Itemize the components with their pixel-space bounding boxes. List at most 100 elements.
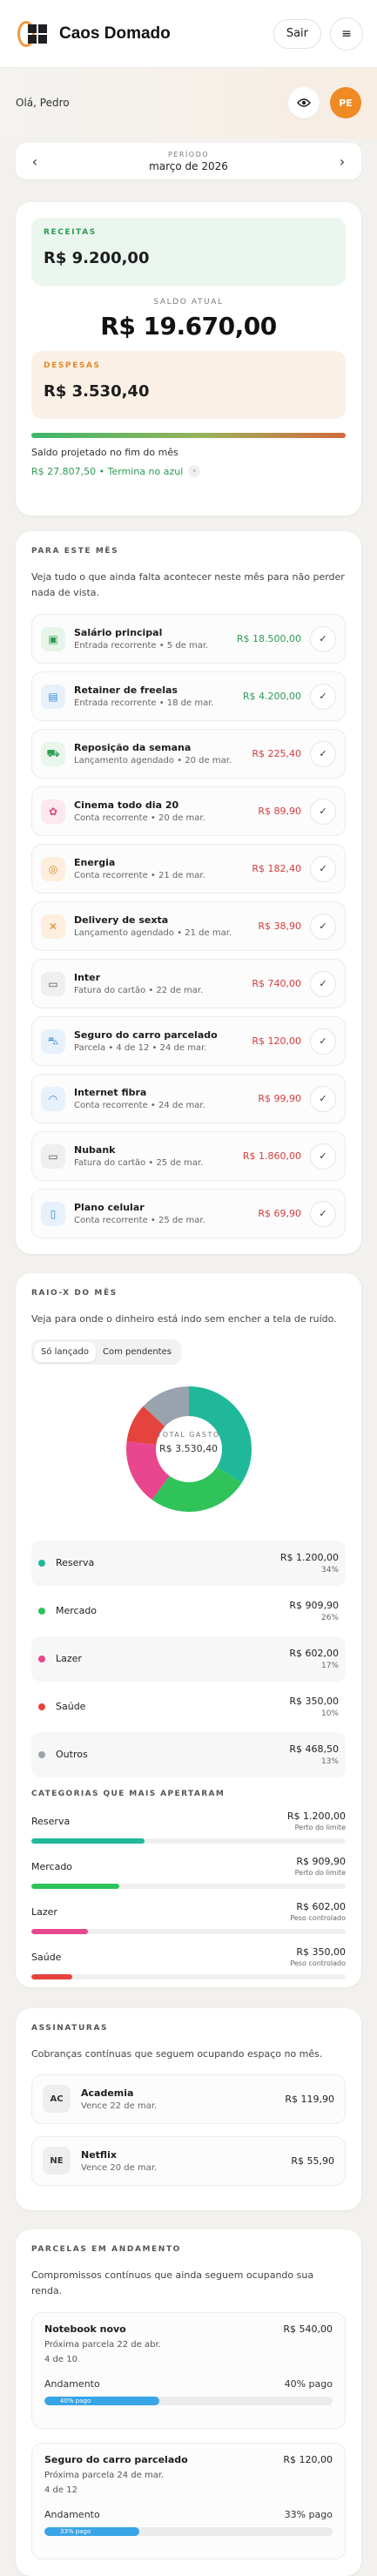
- transaction-text: Plano celular Conta recorrente • 25 de ma…: [74, 1202, 258, 1225]
- this-month-title: PARA ESTE MÊS: [31, 547, 119, 556]
- greeting-bar: Olá, Pedro PE: [0, 68, 377, 138]
- mark-done-button[interactable]: ✓: [310, 683, 336, 710]
- category-values: R$ 350,00 Peso controlado: [290, 1946, 346, 1967]
- mark-done-button[interactable]: ✓: [310, 1143, 336, 1170]
- transaction-amount: R$ 18.500,00: [236, 633, 301, 645]
- category-bar-fill: [31, 1883, 120, 1889]
- transaction-detail: Entrada recorrente • 18 de mar.: [74, 698, 214, 709]
- wifi-icon: ◠: [41, 1086, 65, 1111]
- menu-button[interactable]: ≡: [330, 17, 363, 51]
- transaction-name: Nubank: [74, 1144, 116, 1157]
- prev-month-button[interactable]: ‹: [26, 153, 44, 170]
- mark-done-button[interactable]: ✓: [310, 1200, 336, 1227]
- category-values: R$ 909,90 Perto do limite: [295, 1856, 346, 1877]
- transaction-row[interactable]: ▭ Nubank Fatura do cartão • 25 de mar. R$ 1…: [31, 1131, 346, 1182]
- transaction-detail: Fatura do cartão • 22 de mar.: [74, 986, 204, 996]
- legend-values: R$ 602,00 17%: [289, 1648, 339, 1670]
- category-row: Mercado R$ 909,90 Perto do limite: [31, 1856, 346, 1889]
- legend-dot: [38, 1703, 45, 1710]
- transaction-row[interactable]: ✿ Cinema todo dia 20 Conta recorrente • 20…: [31, 786, 346, 837]
- legend-amount: R$ 909,90: [289, 1599, 339, 1611]
- credit-card-icon: ▭: [41, 971, 65, 996]
- income-label: RECEITAS: [44, 228, 97, 237]
- transaction-detail: Conta recorrente • 25 de mar.: [74, 1216, 205, 1226]
- total-spent-label: TOTAL GASTO: [157, 1430, 220, 1439]
- subscription-text: Netflix Vence 20 de mar.: [81, 2149, 291, 2173]
- transaction-detail: Lançamento agendado • 20 de mar.: [74, 756, 232, 766]
- subscriptions-list: AC Academia Vence 22 de mar. R$ 119,90 NE Net…: [31, 2074, 346, 2186]
- category-bar-track: [31, 1928, 346, 1934]
- transaction-amount: R$ 1.860,00: [242, 1150, 301, 1163]
- mark-done-button[interactable]: ✓: [310, 625, 336, 652]
- filter-only-posted[interactable]: Só lançado: [34, 1341, 96, 1362]
- transaction-row[interactable]: ▯ Plano celular Conta recorrente • 25 de m…: [31, 1189, 346, 1239]
- mark-done-button[interactable]: ✓: [310, 1085, 336, 1112]
- mark-done-button[interactable]: ✓: [310, 1028, 336, 1055]
- category-bar-track: [31, 1883, 346, 1889]
- greeting-text: Olá, Pedro: [16, 97, 70, 109]
- transaction-row[interactable]: ⛟ Reposição da semana Lançamento agendado …: [31, 729, 346, 779]
- transaction-row[interactable]: ▣ Salário principal Entrada recorrente • 5…: [31, 614, 346, 664]
- transaction-row[interactable]: ✕ Delivery de sexta Lançamento agendado • …: [31, 901, 346, 952]
- category-row: Saúde R$ 350,00 Peso controlado: [31, 1946, 346, 1979]
- expenses-label: DESPESAS: [44, 361, 101, 370]
- top-bar: Caos Domado Sair ≡: [0, 0, 377, 68]
- transaction-detail: Lançamento agendado • 21 de mar.: [74, 928, 232, 939]
- subscription-row[interactable]: AC Academia Vence 22 de mar. R$ 119,90: [31, 2074, 346, 2124]
- eye-icon: [297, 98, 311, 107]
- transaction-row[interactable]: ▭ Inter Fatura do cartão • 22 de mar. R$ 74…: [31, 959, 346, 1009]
- check-icon: ✓: [319, 1035, 327, 1048]
- target-icon: ◎: [41, 856, 65, 881]
- next-month-button[interactable]: ›: [333, 153, 351, 170]
- installment-card[interactable]: Notebook novo R$ 540,00 Próxima parcela 22…: [31, 2312, 346, 2430]
- subscription-avatar: AC: [43, 2085, 71, 2114]
- gift-icon: ✿: [41, 799, 65, 824]
- transaction-row[interactable]: ◠ Internet fibra Conta recorrente • 24 de …: [31, 1074, 346, 1124]
- legend-name: Reserva: [56, 1557, 95, 1569]
- cart-icon: ⛟: [41, 741, 65, 766]
- xray-card: RAIO-X DO MÊS Veja para onde o dinheiro …: [16, 1273, 361, 1987]
- installment-card[interactable]: Seguro do carro parcelado R$ 120,00 Próxim…: [31, 2443, 346, 2560]
- projection-link[interactable]: R$ 27.807,50 • Termina no azul ›: [31, 465, 346, 477]
- check-icon: ✓: [319, 806, 327, 818]
- transaction-name: Delivery de sexta: [74, 914, 169, 927]
- mark-done-button[interactable]: ✓: [310, 913, 336, 940]
- mark-done-button[interactable]: ✓: [310, 970, 336, 997]
- projection-value: R$ 27.807,50 • Termina no azul: [31, 465, 184, 477]
- transaction-name: Seguro do carro parcelado: [74, 1029, 218, 1042]
- transaction-text: Internet fibra Conta recorrente • 24 de m…: [74, 1087, 258, 1110]
- mark-done-button[interactable]: ✓: [310, 740, 336, 767]
- top-categories-title: CATEGORIAS QUE MAIS APERTARAM: [31, 1789, 226, 1798]
- mark-done-button[interactable]: ✓: [310, 798, 336, 825]
- subscription-row[interactable]: NE Netflix Vence 20 de mar. R$ 55,90: [31, 2135, 346, 2186]
- income-value: R$ 9.200,00: [44, 249, 150, 267]
- legend-percent: 13%: [320, 1757, 339, 1766]
- installment-bar-track: 33% pago: [44, 2527, 333, 2537]
- transaction-row[interactable]: ⛍ Seguro do carro parcelado Parcela • 4 de…: [31, 1016, 346, 1067]
- transaction-amount: R$ 99,90: [258, 1093, 301, 1105]
- spending-legend: Reserva R$ 1.200,00 34% Mercado R$ 909,90 26%…: [31, 1540, 346, 1777]
- this-month-card: PARA ESTE MÊS Veja tudo o que ainda falt…: [16, 531, 361, 1254]
- legend-dot: [38, 1607, 45, 1615]
- mark-done-button[interactable]: ✓: [310, 855, 336, 882]
- check-icon: ✓: [319, 1150, 327, 1163]
- avatar[interactable]: PE: [330, 87, 361, 118]
- logout-button[interactable]: Sair: [273, 18, 321, 49]
- transaction-amount: R$ 740,00: [252, 978, 301, 990]
- category-name: Saúde: [31, 1951, 62, 1963]
- installments-description: Compromissos contínuos que ainda seguem …: [31, 2269, 314, 2296]
- transaction-name: Plano celular: [74, 1202, 145, 1214]
- transaction-row[interactable]: ▤ Retainer de freelas Entrada recorrente •…: [31, 671, 346, 722]
- transaction-name: Inter: [74, 972, 101, 984]
- transaction-row[interactable]: ◎ Energia Conta recorrente • 21 de mar. R$ …: [31, 844, 346, 894]
- chevron-right-icon: ›: [188, 465, 201, 477]
- period-selector: ‹ PERÍODO março de 2026 ›: [16, 143, 361, 179]
- legend-values: R$ 909,90 26%: [289, 1600, 339, 1622]
- installments-card: PARCELAS EM ANDAMENTO Compromissos contí…: [16, 2229, 361, 2576]
- installment-head: Notebook novo R$ 540,00: [44, 2323, 333, 2335]
- this-month-description: Veja tudo o que ainda falta acontecer ne…: [31, 571, 345, 598]
- phone-icon: ▯: [41, 1201, 65, 1226]
- subscription-text: Academia Vence 22 de mar.: [81, 2087, 285, 2111]
- toggle-visibility-button[interactable]: [288, 87, 320, 118]
- filter-with-pending[interactable]: Com pendentes: [96, 1342, 178, 1362]
